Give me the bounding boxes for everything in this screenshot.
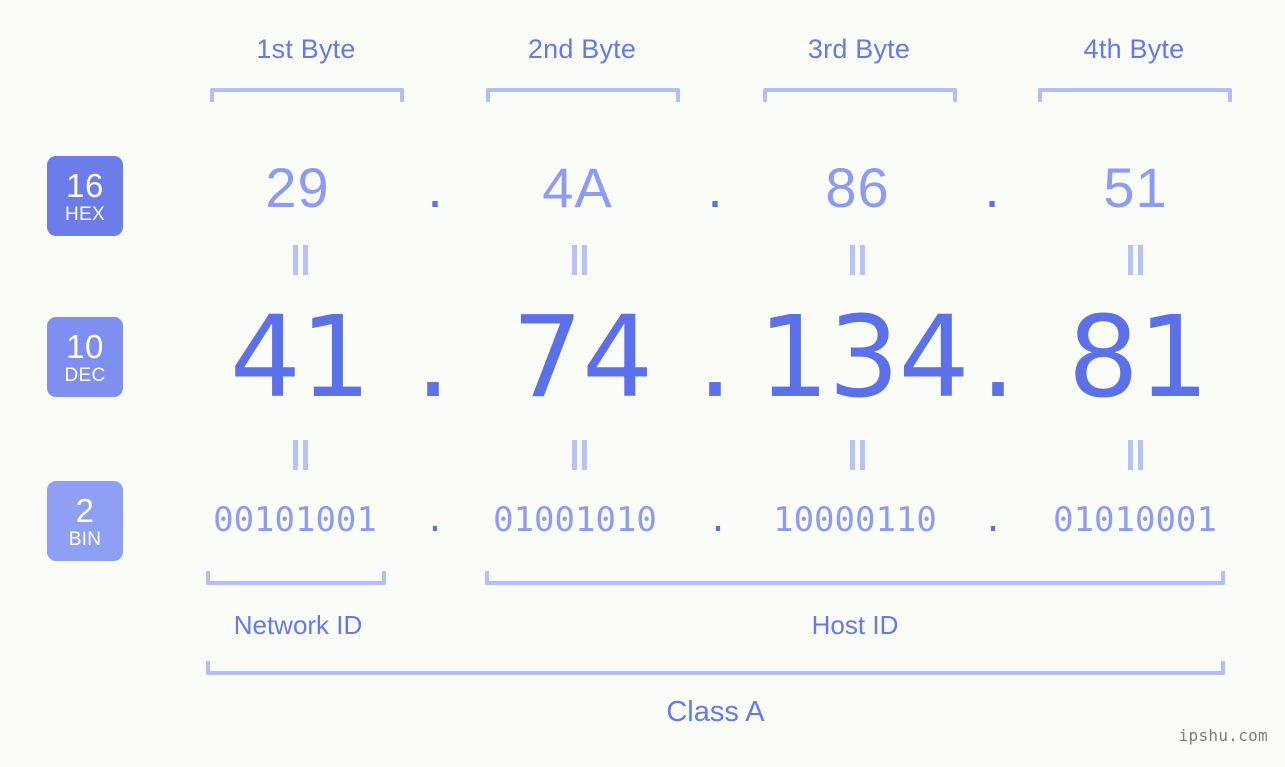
hex-octet-1: 29: [265, 156, 330, 219]
dec-octet-1: 41: [229, 293, 372, 423]
base-badge-hex-number: 16: [66, 166, 104, 204]
base-badge-hex: 16 HEX: [47, 156, 123, 236]
hex-octet-4: 51: [1103, 156, 1168, 219]
network-id-label: Network ID: [233, 610, 363, 640]
dec-octet-4: 81: [1067, 293, 1210, 423]
equals-connector-dec-bin-4: [1127, 440, 1145, 470]
base-badge-dec-number: 10: [66, 327, 104, 365]
hex-separator-2: .: [707, 156, 723, 219]
bin-separator-1: .: [424, 500, 446, 540]
dec-separator-3: .: [980, 293, 1016, 423]
bin-octet-2: 01001010: [493, 500, 657, 540]
bin-separator-2: .: [707, 500, 729, 540]
site-watermark: ipshu.com: [1178, 726, 1268, 745]
dec-octet-2: 74: [511, 293, 654, 423]
dec-separator-1: .: [415, 293, 451, 423]
equals-connector-dec-bin-2: [571, 440, 589, 470]
hex-separator-1: .: [427, 156, 443, 219]
equals-connector-hex-dec-1: [292, 245, 310, 275]
base-badge-dec: 10 DEC: [47, 317, 123, 397]
dec-separator-2: .: [697, 293, 733, 423]
equals-connector-dec-bin-1: [292, 440, 310, 470]
dec-octet-3: 134: [758, 293, 970, 423]
class-label: Class A: [666, 696, 765, 728]
base-badge-bin-abbr: BIN: [68, 528, 102, 550]
bin-octet-3: 10000110: [773, 500, 937, 540]
equals-connector-dec-bin-3: [849, 440, 867, 470]
ip-address-breakdown-diagram: 1st Byte 2nd Byte 3rd Byte 4th Byte 16 H…: [0, 0, 1285, 767]
base-badge-bin-number: 2: [75, 491, 95, 529]
byte-bracket-3: [763, 88, 957, 102]
bin-octet-1: 00101001: [213, 500, 377, 540]
byte-header-3: 3rd Byte: [807, 34, 911, 64]
network-id-bracket: [206, 571, 386, 585]
byte-header-2: 2nd Byte: [527, 34, 637, 64]
host-id-bracket: [485, 571, 1225, 585]
hex-octet-3: 86: [825, 156, 890, 219]
equals-connector-hex-dec-2: [571, 245, 589, 275]
class-bracket: [206, 661, 1225, 675]
base-badge-dec-abbr: DEC: [64, 364, 106, 386]
bin-separator-3: .: [982, 500, 1004, 540]
byte-header-1: 1st Byte: [256, 34, 356, 64]
byte-bracket-2: [486, 88, 680, 102]
hex-octet-2: 4A: [542, 156, 613, 219]
byte-header-4: 4th Byte: [1083, 34, 1185, 64]
base-badge-bin: 2 BIN: [47, 481, 123, 561]
hex-separator-3: .: [984, 156, 1000, 219]
host-id-label: Host ID: [811, 610, 899, 640]
equals-connector-hex-dec-4: [1127, 245, 1145, 275]
base-badge-hex-abbr: HEX: [65, 203, 105, 225]
byte-bracket-1: [210, 88, 404, 102]
bin-octet-4: 01010001: [1053, 500, 1217, 540]
equals-connector-hex-dec-3: [849, 245, 867, 275]
byte-bracket-4: [1038, 88, 1232, 102]
